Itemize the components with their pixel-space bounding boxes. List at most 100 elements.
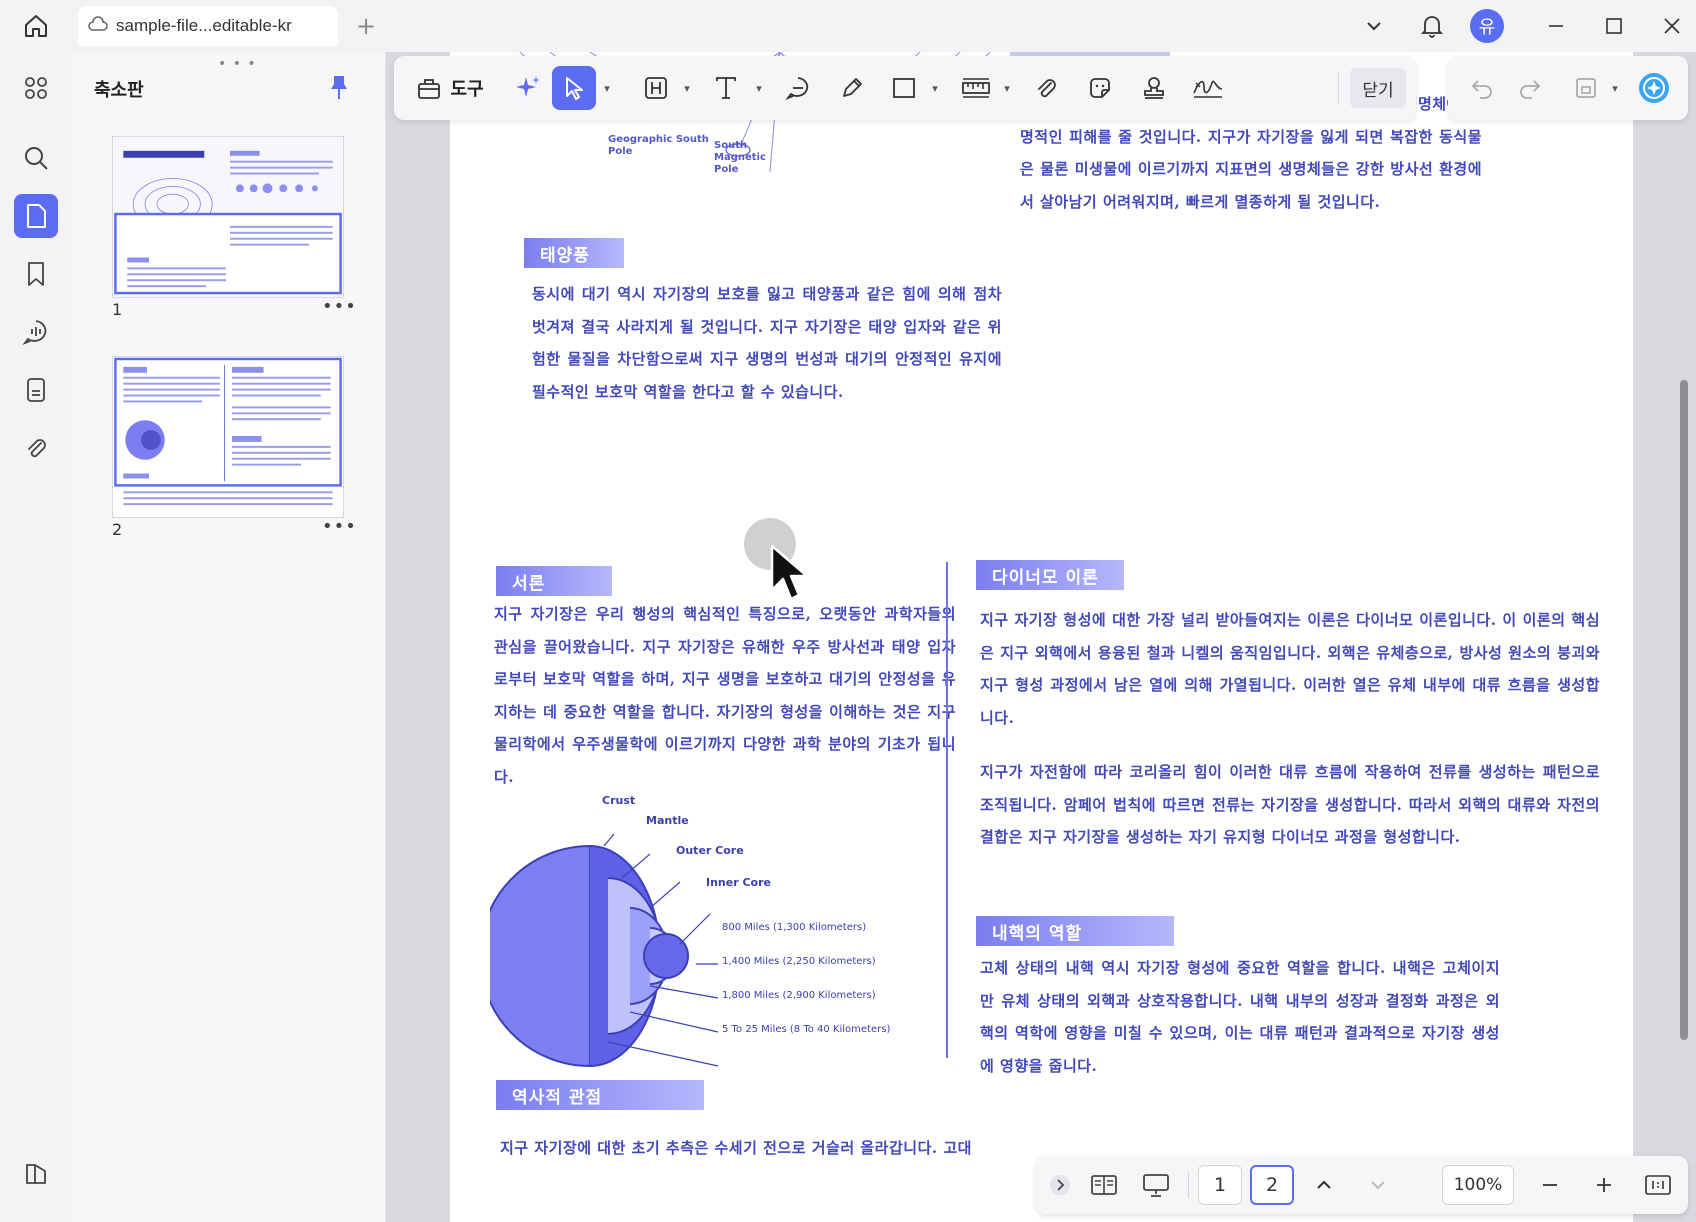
ai-sparkle-icon[interactable] (506, 66, 550, 110)
chevron-down-icon[interactable] (1356, 8, 1392, 44)
select-cursor-icon[interactable] (552, 66, 596, 110)
collapse-icon[interactable] (1046, 1165, 1074, 1205)
pin-icon[interactable] (324, 72, 354, 102)
intro-paragraph: 지구 자기장은 우리 행성의 핵심적인 특징으로, 오랫동안 과학자들의 관심을… (494, 605, 956, 786)
sidebar-toggle-icon[interactable] (14, 1152, 58, 1196)
close-icon[interactable] (1654, 8, 1690, 44)
new-tab-button[interactable]: + (348, 8, 384, 44)
maximize-icon[interactable] (1596, 8, 1632, 44)
chevron-down-icon[interactable]: ▾ (678, 66, 692, 110)
annotation-toolbar: 도구 ▾ ▾ ▾ ▾ ▾ 닫기 (394, 56, 1416, 120)
dynamo-paragraph-2: 지구가 자전함에 따라 코리올리 힘이 이러한 대류 흐름에 작용하여 전류를 … (980, 763, 1600, 846)
mouse-cursor-icon (770, 544, 809, 601)
signature-icon[interactable] (1186, 66, 1230, 110)
left-icon-rail (0, 52, 72, 1222)
comment-icon[interactable] (778, 66, 818, 110)
page-2-button[interactable]: 2 (1250, 1165, 1294, 1205)
depth-label: 800 Miles (1,300 Kilometers) (722, 922, 867, 933)
pdf-page-1: Geographic South Pole South Magnetic Pol… (450, 52, 1633, 544)
thumbnail-page-number: 2 (112, 520, 123, 539)
home-icon[interactable] (18, 8, 54, 44)
document-icon[interactable] (14, 368, 58, 412)
zoom-out-icon[interactable] (1530, 1165, 1570, 1205)
section-heading: 서론 (496, 566, 612, 596)
dynamo-paragraph-1: 지구 자기장 형성에 대한 가장 널리 받아들여지는 이론은 다이너모 이론입니… (980, 611, 1600, 727)
zoom-in-icon[interactable] (1584, 1165, 1624, 1205)
section-heading: 역사적 관점 (496, 1080, 704, 1110)
vertical-scrollbar[interactable] (1680, 380, 1688, 1040)
cloud-icon (88, 16, 108, 36)
mantle-label: Mantle (646, 814, 689, 827)
bell-icon[interactable] (1414, 8, 1450, 44)
text-icon[interactable] (706, 66, 746, 110)
pages-icon[interactable] (14, 194, 58, 238)
pencil-icon[interactable] (832, 66, 872, 110)
depth-label: 5 To 25 Miles (8 To 40 Kilometers) (722, 1024, 891, 1035)
comment-icon[interactable] (14, 310, 58, 354)
depth-label: 1,400 Miles (2,250 Kilometers) (722, 956, 876, 967)
ai-assistant-icon[interactable] (1632, 66, 1676, 110)
avatar[interactable]: 유 (1470, 9, 1504, 43)
chevron-up-icon[interactable] (1304, 1165, 1344, 1205)
panel-title: 축소판 (94, 80, 144, 101)
measure-icon[interactable] (954, 66, 998, 110)
bookmark-icon[interactable] (14, 252, 58, 296)
book-view-icon[interactable] (1082, 1165, 1126, 1205)
column-divider (946, 562, 948, 1058)
thumbnail-preview (113, 357, 343, 517)
redo-icon[interactable] (1510, 66, 1550, 110)
chevron-down-icon[interactable]: ▾ (598, 66, 612, 110)
close-button[interactable]: 닫기 (1350, 68, 1406, 108)
solar-wind-paragraph: 동시에 대기 역시 자기장의 보호를 잃고 태양풍과 같은 힘에 의해 점차 벗… (532, 285, 1002, 401)
undo-icon[interactable] (1462, 66, 1502, 110)
title-bar: sample-file...editable-kr + 유 (0, 0, 1696, 52)
minimize-icon[interactable] (1538, 8, 1574, 44)
attachment-icon[interactable] (14, 426, 58, 470)
search-icon[interactable] (14, 136, 58, 180)
history-paragraph: 지구 자기장에 대한 초기 추측은 수세기 전으로 거슬러 올라갑니다. 고대 (500, 1139, 972, 1157)
chevron-down-icon[interactable]: ▾ (998, 66, 1012, 110)
section-heading: 다이너모 이론 (976, 560, 1124, 590)
thumbnail-page-1[interactable] (112, 136, 344, 298)
chevron-down-icon[interactable]: ▾ (750, 66, 764, 110)
chevron-down-icon[interactable]: ▾ (926, 66, 940, 110)
toolbox-icon (418, 79, 441, 99)
page-1-button[interactable]: 1 (1198, 1165, 1242, 1205)
depth-label: 1,800 Miles (2,900 Kilometers) (722, 990, 876, 1001)
grid-apps-icon[interactable] (14, 66, 58, 110)
chevron-down-icon[interactable]: ▾ (1606, 66, 1620, 110)
attachment-icon[interactable] (1026, 66, 1066, 110)
page-navigation-bar: 1 2 100% (1036, 1156, 1688, 1214)
crust-label: Crust (602, 794, 636, 807)
thumbnail-page-number: 1 (112, 300, 123, 319)
thumbnail-more-button[interactable]: ••• (322, 296, 357, 317)
tools-label: 도구 (450, 79, 484, 100)
pdf-page-2: 서론 지구 자기장은 우리 행성의 핵심적인 특징으로, 오랫동안 과학자들의 … (450, 520, 1633, 1222)
section-heading: 내핵의 역할 (976, 916, 1174, 946)
south-magnetic-pole-label: South Magnetic Pole (714, 140, 766, 175)
panel-grip[interactable]: • • • (218, 56, 257, 72)
geo-south-pole-label: Geographic South Pole (608, 134, 709, 157)
thumbnail-page-2[interactable] (112, 356, 344, 518)
outer-core-label: Outer Core (676, 844, 744, 857)
thumbnail-more-button[interactable]: ••• (322, 516, 357, 537)
chevron-down-icon[interactable] (1358, 1165, 1398, 1205)
inner-core-paragraph: 고체 상태의 내핵 역시 자기장 형성에 중요한 역할을 합니다. 내핵은 고체… (980, 959, 1500, 1075)
document-tab[interactable]: sample-file...editable-kr (78, 6, 338, 46)
history-toolbar: ▾ (1448, 56, 1688, 120)
document-tab-title: sample-file...editable-kr (116, 16, 292, 35)
section-heading: 태양풍 (524, 238, 624, 268)
inner-core-label: Inner Core (706, 876, 771, 889)
tools-button[interactable]: 도구 (406, 66, 494, 110)
highlight-icon[interactable] (636, 66, 676, 110)
rectangle-icon[interactable] (884, 66, 924, 110)
zoom-level[interactable]: 100% (1442, 1165, 1514, 1205)
presentation-icon[interactable] (1134, 1165, 1178, 1205)
thumbnail-panel: • • • 축소판 1 ••• 2 ••• (72, 52, 386, 1222)
document-viewport[interactable]: Geographic South Pole South Magnetic Pol… (386, 52, 1696, 1222)
actual-size-icon[interactable] (1638, 1165, 1678, 1205)
sticker-icon[interactable] (1080, 66, 1120, 110)
save-icon[interactable] (1566, 66, 1606, 110)
thumbnail-preview (113, 137, 343, 297)
stamp-icon[interactable] (1134, 66, 1174, 110)
